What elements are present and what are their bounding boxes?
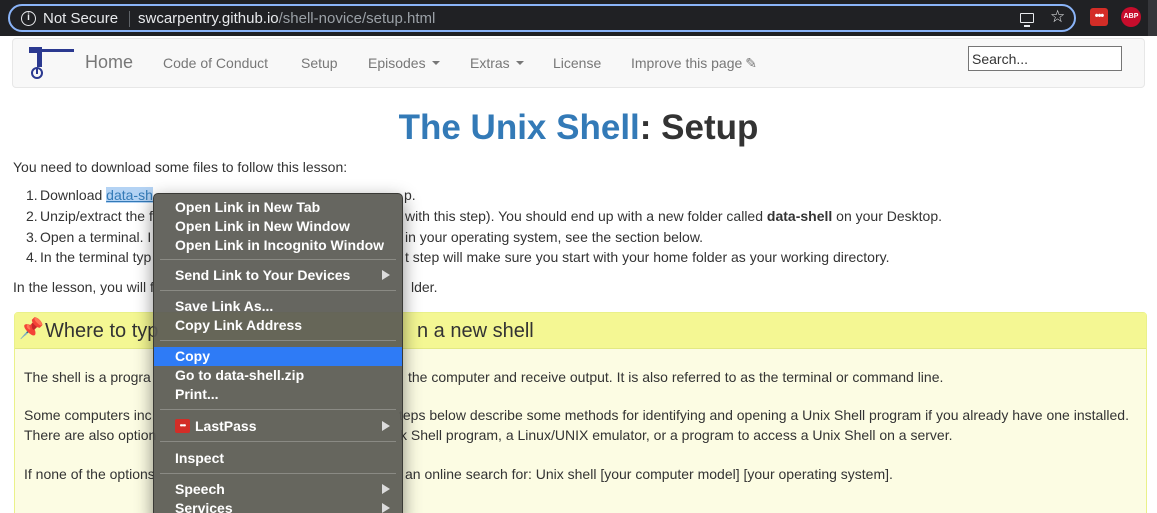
menu-item-open-new-tab[interactable]: Open Link in New Tab [154, 198, 402, 217]
caret-down-icon [431, 61, 440, 66]
browser-edge [1148, 0, 1157, 36]
nav-license[interactable]: License [553, 55, 601, 71]
url-host: swcarpentry.github.io [138, 10, 279, 27]
menu-item-go-to[interactable]: Go to data-shell.zip [154, 366, 402, 385]
cast-icon[interactable] [1020, 13, 1034, 27]
menu-item-services[interactable]: Services [154, 499, 402, 513]
step-text-start: Open a terminal. I [40, 229, 152, 245]
search-input[interactable] [968, 46, 1122, 71]
submenu-arrow-icon [382, 503, 390, 513]
callout-para2-line1-end: teps below describe some methods for ide… [399, 407, 1129, 423]
menu-item-copy-link-address[interactable]: Copy Link Address [154, 316, 402, 335]
menu-item-label: Speech [175, 481, 225, 497]
step-number: 4. [26, 249, 38, 265]
menu-separator [160, 290, 396, 291]
pencil-icon: ✎ [745, 55, 758, 71]
menu-separator [160, 473, 396, 474]
submenu-arrow-icon [382, 421, 390, 431]
browser-toolbar: i Not Secure swcarpentry.github.io/shell… [0, 0, 1157, 36]
pushpin-icon: 📌 [19, 318, 44, 340]
menu-item-open-new-window[interactable]: Open Link in New Window [154, 217, 402, 236]
nav-improve-page[interactable]: Improve this page ✎ [631, 55, 757, 72]
page-title-rest: : Setup [639, 108, 759, 147]
context-menu: Open Link in New Tab Open Link in New Wi… [153, 193, 403, 513]
menu-separator [160, 441, 396, 442]
step-text-start: Unzip/extract the f [40, 208, 153, 224]
callout-para2-line2-start: There are also option [24, 427, 157, 443]
step-prefix: Download [40, 187, 107, 203]
nav-extras-label: Extras [470, 55, 510, 71]
address-divider [129, 11, 130, 27]
data-shell-link[interactable]: data-sh [106, 187, 153, 203]
menu-separator [160, 409, 396, 410]
menu-item-label: Send Link to Your Devices [175, 267, 351, 283]
menu-separator [160, 340, 396, 341]
menu-separator [160, 259, 396, 260]
callout-title-end: n a new shell [417, 320, 534, 342]
callout-para2-line2-end: k Shell program, a Linux/UNIX emulator, … [400, 427, 953, 443]
menu-item-open-incognito[interactable]: Open Link in Incognito Window [154, 236, 402, 255]
callout-para1-end: the computer and receive output. It is a… [408, 369, 944, 385]
step-number: 2. [26, 208, 38, 224]
lesson-note-start: In the lesson, you will f [13, 279, 154, 295]
security-status: Not Secure [43, 10, 119, 27]
nav-extras-dropdown[interactable]: Extras [470, 55, 524, 71]
menu-item-inspect[interactable]: Inspect [154, 449, 402, 468]
caret-down-icon [515, 61, 524, 66]
lesson-note-end: lder. [411, 279, 438, 295]
lastpass-extension-icon[interactable]: ••• [1090, 8, 1108, 26]
info-icon[interactable]: i [21, 11, 36, 26]
intro-text: You need to download some files to follo… [13, 159, 348, 175]
step-number: 1. [26, 187, 38, 203]
page-title-link[interactable]: The Unix Shell [399, 108, 640, 147]
nav-home[interactable]: Home [85, 52, 133, 73]
step-suffix: with this step). You should end up with … [405, 208, 767, 224]
callout-para3-start: If none of the options [24, 466, 155, 482]
menu-item-lastpass[interactable]: ••• LastPass [154, 417, 402, 436]
step-text-end: in your operating system, see the sectio… [405, 229, 704, 245]
nav-code-of-conduct[interactable]: Code of Conduct [163, 55, 268, 71]
url-path: /shell-novice/setup.html [278, 10, 436, 27]
lesson-note: In the lesson, you will f lder. [13, 279, 437, 295]
nav-improve-label: Improve this page [631, 55, 743, 71]
page-title: The Unix Shell: Setup [0, 108, 1157, 148]
menu-item-send-to-devices[interactable]: Send Link to Your Devices [154, 266, 402, 285]
callout-para1-start: The shell is a progra [24, 369, 151, 385]
site-navbar: Home Code of Conduct Setup Episodes Extr… [12, 38, 1145, 88]
nav-setup[interactable]: Setup [301, 55, 338, 71]
bookmark-star-icon[interactable]: ☆ [1050, 7, 1065, 27]
data-shell-bold: data-shell [766, 208, 833, 224]
address-bar[interactable]: i Not Secure swcarpentry.github.io/shell… [8, 4, 1076, 32]
menu-item-speech[interactable]: Speech [154, 480, 402, 499]
lastpass-icon: ••• [175, 419, 190, 434]
callout-para3-end: an online search for: Unix shell [your c… [405, 466, 893, 482]
step-text-end: t step will make sure you start with you… [405, 249, 890, 265]
step-text-end: with this step). You should end up with … [405, 208, 942, 224]
step-number: 3. [26, 229, 38, 245]
step-text-end: p. [404, 187, 416, 203]
step-tail: on your Desktop. [832, 208, 942, 224]
adblock-extension-icon[interactable]: ABP [1121, 7, 1141, 27]
submenu-arrow-icon [382, 484, 390, 494]
menu-item-label: LastPass [195, 418, 257, 434]
carpentry-logo-icon[interactable] [27, 41, 75, 81]
step-text-start: Download data-sh [40, 187, 153, 203]
callout-para2-line1-start: Some computers inc [24, 407, 152, 423]
menu-item-save-link-as[interactable]: Save Link As... [154, 297, 402, 316]
callout-title-start: Where to typ [45, 320, 159, 342]
submenu-arrow-icon [382, 270, 390, 280]
nav-episodes-label: Episodes [368, 55, 426, 71]
url-text[interactable]: swcarpentry.github.io/shell-novice/setup… [138, 10, 435, 27]
step-text-start: In the terminal typ [40, 249, 152, 265]
menu-item-print[interactable]: Print... [154, 385, 402, 404]
nav-episodes-dropdown[interactable]: Episodes [368, 55, 440, 71]
menu-item-copy[interactable]: Copy [154, 347, 402, 366]
menu-item-label: Services [175, 500, 233, 513]
